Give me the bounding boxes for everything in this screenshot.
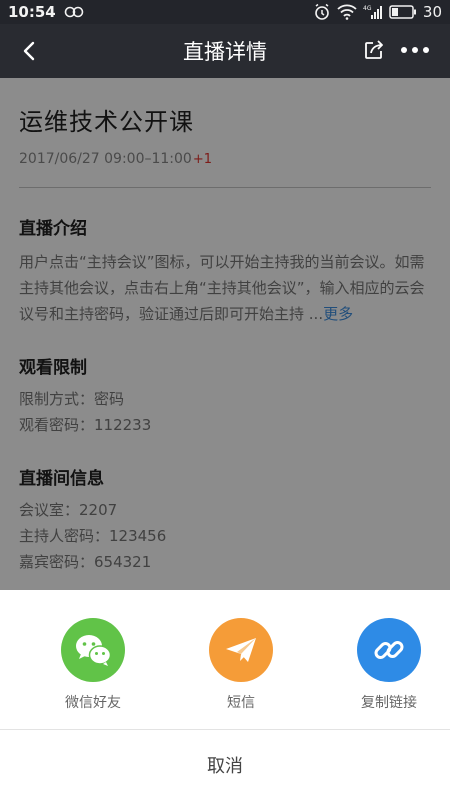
copy-link-label: 复制链接 (361, 695, 417, 711)
cancel-button[interactable]: 取消 (0, 730, 450, 799)
wechat-icon (61, 618, 125, 682)
link-icon (357, 618, 421, 682)
chevron-left-icon[interactable] (18, 39, 42, 63)
signal-icon: 4G (363, 4, 383, 20)
share-options: 微信好友 短信 复制链接 (0, 590, 450, 730)
copy-link-button[interactable]: 复制链接 (355, 618, 423, 729)
infinity-icon (64, 6, 84, 18)
alarm-icon (313, 3, 331, 21)
network-type-label: 4G (363, 5, 372, 12)
more-icon[interactable] (400, 38, 430, 62)
share-sheet: 微信好友 短信 复制链接 取消 (0, 590, 450, 800)
share-wechat-button[interactable]: 微信好友 (59, 618, 127, 729)
paper-plane-icon (209, 618, 273, 682)
share-wechat-label: 微信好友 (65, 695, 121, 711)
wifi-icon (337, 4, 357, 20)
battery-level: 30 (422, 3, 442, 21)
status-time: 10:54 (8, 3, 56, 21)
battery-icon (389, 5, 417, 19)
nav-bar: 直播详情 (0, 24, 450, 78)
share-sms-button[interactable]: 短信 (207, 618, 275, 729)
share-sms-label: 短信 (227, 695, 255, 711)
status-bar: 10:54 4G 30 (0, 0, 450, 24)
dim-overlay[interactable] (0, 78, 450, 590)
share-icon[interactable] (362, 38, 386, 62)
